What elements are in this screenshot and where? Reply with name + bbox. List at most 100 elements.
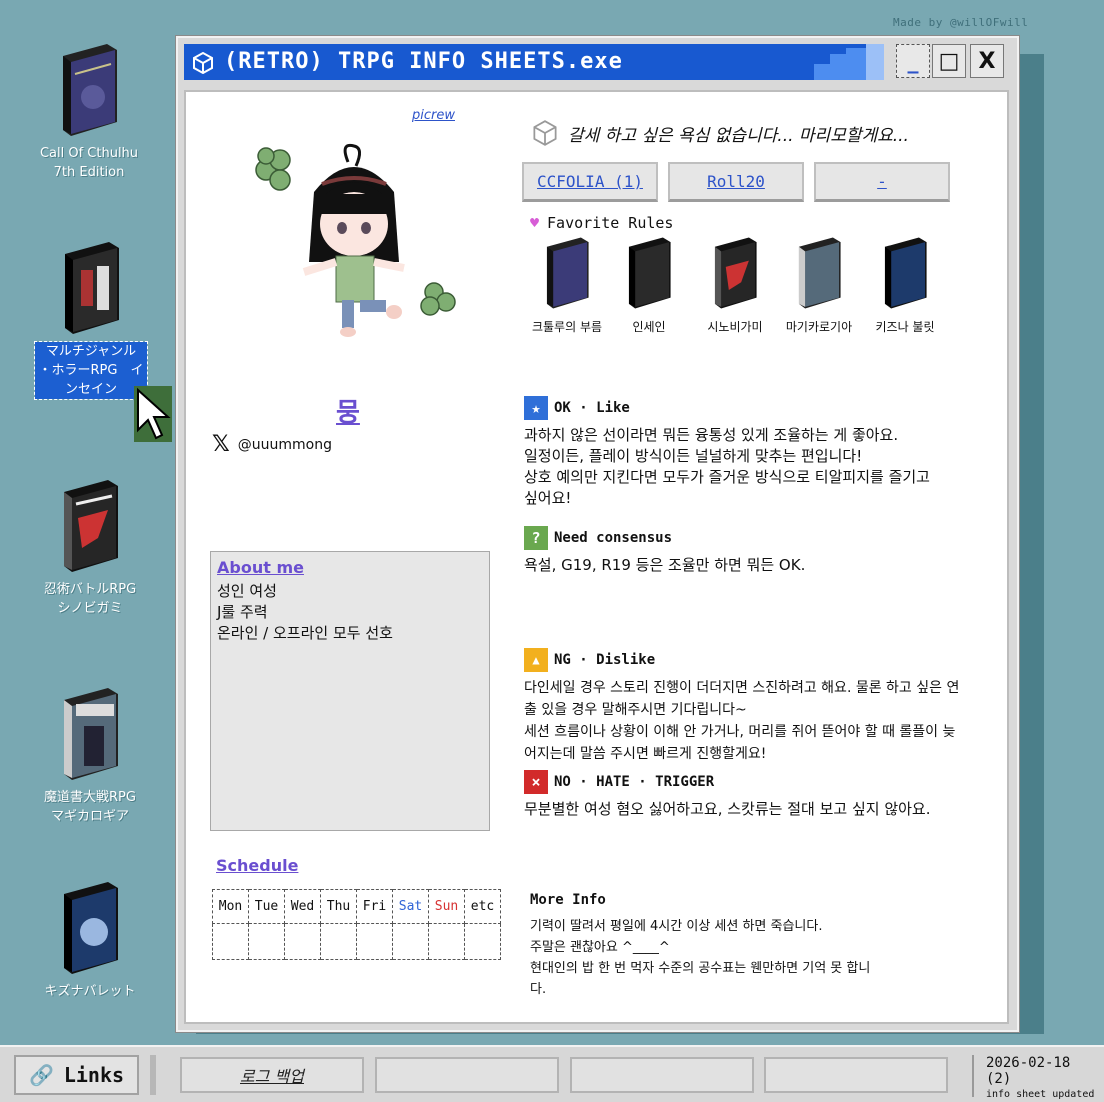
schedule-cell [248, 923, 285, 960]
desktop-icon-magicalogia[interactable]: 魔道書大戦RPG マギカロギア [25, 686, 155, 826]
schedule-title: Schedule [216, 856, 299, 875]
favorite-rule-item[interactable]: 시노비가미 [692, 236, 778, 335]
handle-text: @uuummong [237, 436, 332, 453]
section-ok-like: ★ OK · Like 과하지 않은 선이라면 뭐든 융통성 있게 조율하는 게… [524, 396, 994, 509]
schedule-cell [284, 923, 321, 960]
taskbar: 🔗 Links 로그 백업 2026-02-18 (2) info sheet … [0, 1045, 1104, 1102]
about-me-line: 성인 여성 [217, 582, 277, 600]
credit-text: Made by @willOFwill [893, 16, 1029, 29]
desktop-icon-label: Call Of Cthulhu 7th Edition [39, 146, 139, 180]
title-bar-pixel [830, 54, 846, 80]
desktop-icon-label: マルチジャンル ・ホラーRPG イ ンセイン [33, 341, 149, 400]
more-info-title: More Info [530, 892, 606, 908]
warning-icon: ▲ [524, 648, 548, 672]
schedule-day: etc [464, 889, 501, 924]
maximize-button[interactable]: □ [932, 44, 966, 78]
more-info: More Info 기력이 딸려서 평일에 4시간 이상 세션 하면 죽습니다.… [530, 892, 990, 1000]
quote-text: 갈세 하고 싶은 욕심 없습니다... 마리모할게요... [568, 125, 909, 146]
book-icon [546, 237, 589, 309]
favorite-rule-label: 키즈나 불릿 [875, 320, 935, 334]
section-body: 다인세일 경우 스토리 진행이 더더지면 스진하려고 해요. 물론 하고 싶은 … [524, 680, 960, 762]
schedule-day: Mon [212, 889, 249, 924]
more-info-body: 기력이 딸려서 평일에 4시간 이상 세션 하면 죽습니다. 주말은 괜찮아요 … [530, 919, 871, 997]
desktop-icon-label: 魔道書大戦RPG マギカロギア [44, 790, 136, 824]
section-need-consensus: ? Need consensus 욕설, G19, R19 등은 조율만 하면 … [524, 526, 994, 576]
schedule-cell [212, 923, 249, 960]
window-content: picrew 뭉 𝕏 @uuummong About me 성인 여성 J룰 주… [184, 90, 1009, 1024]
clock-status: info sheet updated [986, 1089, 1095, 1100]
schedule-cell [392, 923, 429, 960]
schedule-day: Thu [320, 889, 357, 924]
desktop-icon-kizuna-bullet[interactable]: キズナバレット [25, 880, 155, 1001]
schedule-day: Tue [248, 889, 285, 924]
schedule-day: Sat [392, 889, 429, 924]
about-me-line: J룰 주력 [217, 603, 268, 621]
ccfolia-link-button[interactable]: CCFOLIA (1) [522, 162, 658, 202]
favorite-rule-item[interactable]: 인세인 [606, 236, 692, 335]
close-button[interactable]: X [970, 44, 1004, 78]
desktop-icon-insane[interactable]: マルチジャンル ・ホラーRPG イ ンセイン [26, 240, 156, 400]
schedule-day: Fri [356, 889, 393, 924]
book-icon [798, 237, 841, 309]
favorite-rule-label: 마기카로기아 [785, 320, 853, 334]
book-icon [63, 44, 117, 136]
quote: 갈세 하고 싶은 욕심 없습니다... 마리모할게요... [532, 120, 909, 146]
title-bar[interactable]: (RETRO) TRPG INFO SHEETS.exe [184, 44, 884, 80]
links-label: Links [63, 1063, 125, 1087]
roll20-link-button[interactable]: Roll20 [668, 162, 804, 202]
heart-icon: ♥ [530, 214, 540, 232]
favorite-rule-label: 크툴루의 부름 [531, 320, 603, 334]
log-backup-button[interactable]: 로그 백업 [180, 1057, 364, 1093]
star-icon: ★ [524, 396, 548, 420]
favorite-rule-item[interactable]: 키즈나 불릿 [862, 236, 948, 335]
book-icon [64, 882, 118, 974]
title-bar-pixel [866, 44, 884, 80]
schedule-day: Wed [284, 889, 321, 924]
link-chain-icon: 🔗 [28, 1063, 54, 1087]
taskbar-clock: 2026-02-18 (2) info sheet updated [972, 1055, 1102, 1100]
taskbar-button[interactable] [764, 1057, 948, 1093]
favorite-rule-item[interactable]: 크툴루의 부름 [524, 236, 610, 335]
picrew-link[interactable]: picrew [412, 108, 455, 123]
cross-icon: × [524, 770, 548, 794]
about-me-title: About me [217, 558, 304, 577]
clock-date: 2026-02-18 (2) [986, 1055, 1071, 1087]
section-body: 욕설, G19, R19 등은 조율만 하면 뭐든 OK. [524, 556, 806, 574]
book-icon [64, 480, 118, 572]
taskbar-button[interactable] [375, 1057, 559, 1093]
section-ng-dislike: ▲ NG · Dislike 다인세일 경우 스토리 진행이 더더지면 스진하려… [524, 648, 994, 765]
links-start-button[interactable]: 🔗 Links [14, 1055, 139, 1095]
schedule-cell [464, 923, 501, 960]
section-title: Need consensus [554, 530, 673, 546]
desktop-icon-shinobigami[interactable]: 忍術バトルRPG シノビガミ [25, 478, 155, 618]
schedule-cell [428, 923, 465, 960]
title-bar-pixel [814, 64, 830, 80]
book-icon [884, 237, 927, 309]
desktop-icon-call-of-cthulhu[interactable]: Call Of Cthulhu 7th Edition [24, 42, 154, 182]
empty-link-button[interactable]: - [814, 162, 950, 202]
favorite-rule-label: 시노비가미 [707, 320, 763, 334]
section-title: NG · Dislike [554, 652, 656, 668]
favorite-rule-item[interactable]: 마기카로기아 [776, 236, 862, 335]
book-icon [714, 237, 757, 309]
twitter-handle[interactable]: 𝕏 @uuummong [212, 432, 332, 457]
mouse-cursor-icon [134, 386, 172, 442]
about-me-box: About me 성인 여성 J룰 주력 온라인 / 오프라인 모두 선호 [210, 551, 490, 831]
dice-icon [193, 52, 213, 74]
section-body: 과하지 않은 선이라면 뭐든 융통성 있게 조율하는 게 좋아요. 일정이든, … [524, 426, 930, 507]
section-body: 무분별한 여성 혐오 싫어하고요, 스캇류는 절대 보고 싶지 않아요. [524, 800, 931, 818]
book-icon [64, 688, 118, 780]
book-icon [65, 242, 119, 334]
schedule-cell [320, 923, 357, 960]
about-me-line: 온라인 / 오프라인 모두 선호 [217, 624, 393, 642]
desktop-icon-label: キズナバレット [44, 984, 136, 999]
taskbar-button[interactable] [570, 1057, 754, 1093]
taskbar-separator [150, 1055, 156, 1095]
desktop-icon-label: 忍術バトルRPG シノビガミ [43, 582, 137, 616]
schedule-cell [356, 923, 393, 960]
avatar [255, 143, 456, 337]
dice-icon [533, 120, 557, 146]
section-title: OK · Like [554, 400, 630, 416]
section-title: NO · HATE · TRIGGER [554, 774, 715, 790]
minimize-button[interactable]: _ [896, 44, 930, 78]
